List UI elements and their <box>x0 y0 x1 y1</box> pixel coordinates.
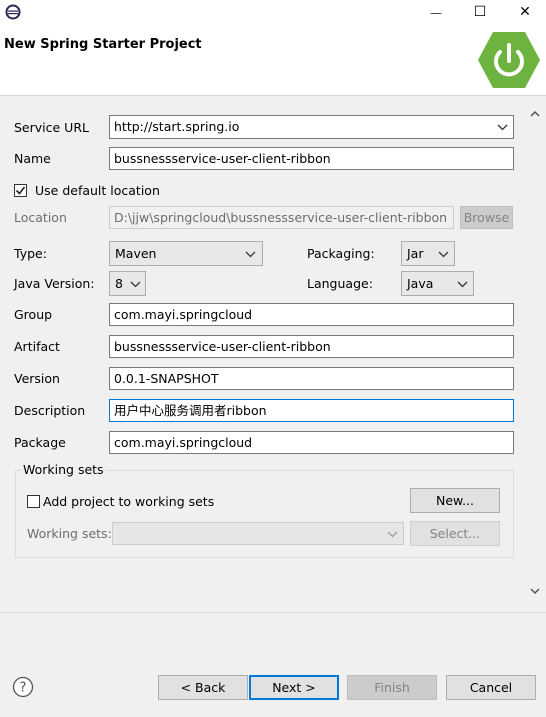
packaging-label: Packaging: <box>307 246 375 261</box>
back-button[interactable]: < Back <box>158 675 248 700</box>
version-label: Version <box>14 371 60 386</box>
artifact-input[interactable]: bussnessservice-user-client-ribbon <box>109 335 514 358</box>
eclipse-icon <box>5 4 21 20</box>
artifact-label: Artifact <box>14 339 60 354</box>
name-input[interactable]: bussnessservice-user-client-ribbon <box>109 147 514 170</box>
description-label: Description <box>14 403 86 418</box>
vertical-scrollbar[interactable] <box>528 106 542 600</box>
add-to-working-sets-checkbox[interactable] <box>27 495 40 508</box>
java-version-select[interactable]: 8 <box>109 271 146 296</box>
maximize-button[interactable]: ☐ <box>468 0 492 26</box>
working-sets-label: Working sets: <box>27 526 112 541</box>
finish-button: Finish <box>347 675 437 700</box>
chevron-down-icon <box>438 251 449 258</box>
service-url-value: http://start.spring.io <box>114 119 240 134</box>
scroll-up-icon[interactable] <box>530 110 540 118</box>
version-input[interactable]: 0.0.1-SNAPSHOT <box>109 367 514 390</box>
language-value: Java <box>407 276 434 291</box>
java-version-value: 8 <box>115 276 123 291</box>
chevron-down-icon <box>130 281 141 288</box>
package-label: Package <box>14 435 66 450</box>
wizard-title: New Spring Starter Project <box>4 37 202 52</box>
type-select[interactable]: Maven <box>109 241 263 266</box>
new-working-set-button[interactable]: New... <box>410 488 500 513</box>
service-url-label: Service URL <box>14 120 89 135</box>
title-bar: — ☐ ✕ <box>0 0 546 26</box>
footer-divider <box>0 612 546 613</box>
chevron-down-icon <box>387 531 398 538</box>
language-select[interactable]: Java <box>401 271 474 296</box>
chevron-down-icon <box>457 281 468 288</box>
browse-button: Browse <box>460 206 513 229</box>
next-button[interactable]: Next > <box>249 675 339 700</box>
package-input[interactable]: com.mayi.springcloud <box>109 431 514 454</box>
location-label: Location <box>14 210 67 225</box>
name-label: Name <box>14 151 51 166</box>
select-working-sets-button: Select... <box>410 521 500 546</box>
cancel-button[interactable]: Cancel <box>446 675 536 700</box>
description-input[interactable]: 用户中心服务调用者ribbon <box>109 399 514 422</box>
minimize-button[interactable]: — <box>424 0 448 26</box>
help-icon[interactable]: ? <box>12 676 34 698</box>
scroll-down-icon[interactable] <box>530 587 540 595</box>
java-version-label: Java Version: <box>14 276 95 291</box>
spring-power-icon <box>478 32 540 88</box>
type-value: Maven <box>115 246 157 261</box>
working-sets-combo <box>112 522 404 545</box>
use-default-location-label: Use default location <box>35 183 160 198</box>
location-input: D:\jjw\springcloud\bussnessservice-user-… <box>109 206 454 229</box>
working-sets-legend: Working sets <box>21 462 106 477</box>
svg-text:?: ? <box>20 681 27 696</box>
add-to-working-sets-label: Add project to working sets <box>43 494 215 509</box>
language-label: Language: <box>307 276 373 291</box>
packaging-select[interactable]: Jar <box>401 241 455 266</box>
use-default-location-checkbox[interactable] <box>14 184 27 197</box>
checkmark-icon <box>15 186 26 195</box>
chevron-down-icon <box>245 251 256 258</box>
type-label: Type: <box>14 246 47 261</box>
group-label: Group <box>14 307 53 322</box>
chevron-down-icon[interactable] <box>497 124 508 131</box>
packaging-value: Jar <box>407 246 424 261</box>
service-url-combo[interactable]: http://start.spring.io <box>109 115 514 139</box>
close-button[interactable]: ✕ <box>513 0 537 26</box>
group-input[interactable]: com.mayi.springcloud <box>109 303 514 326</box>
